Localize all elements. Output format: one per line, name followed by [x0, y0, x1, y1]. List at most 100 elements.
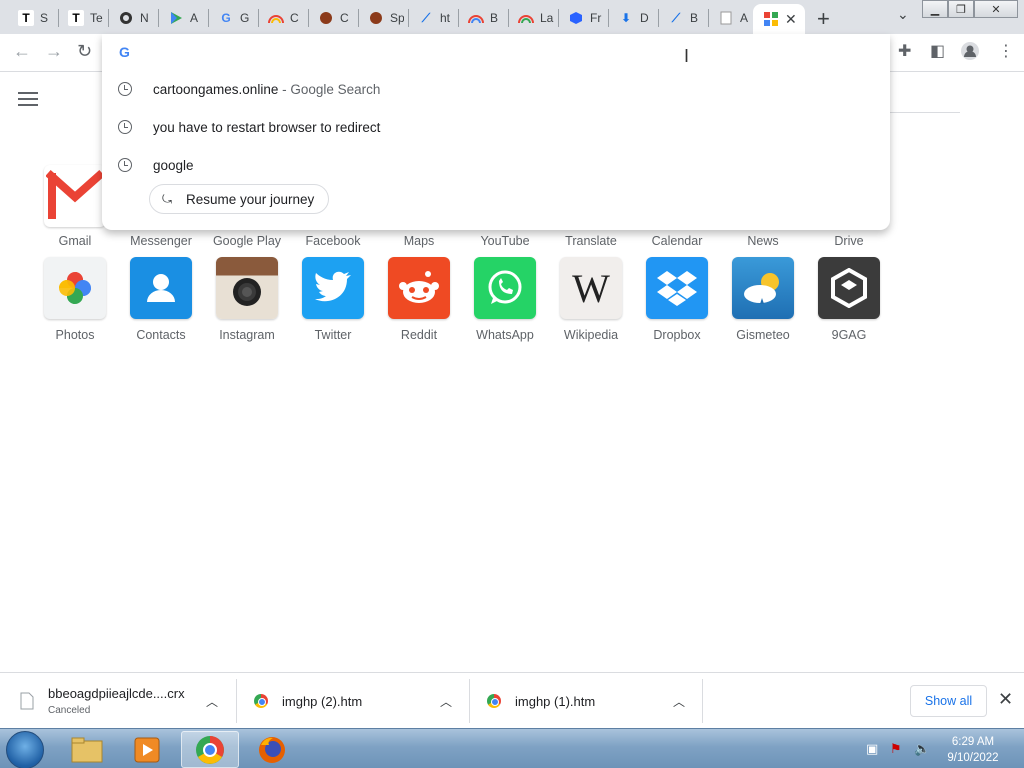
- app-label[interactable]: Translate: [548, 234, 634, 248]
- resume-journey-chip[interactable]: ⤿ Resume your journey: [149, 184, 330, 214]
- omnibox-input[interactable]: G: [102, 34, 890, 70]
- app-dropbox[interactable]: Dropbox: [634, 257, 720, 342]
- explorer-taskbar-button[interactable]: [58, 731, 116, 768]
- tab[interactable]: TS: [8, 4, 54, 32]
- whatsapp-icon: [474, 257, 536, 319]
- app-label[interactable]: Google Play: [204, 234, 290, 248]
- mario-icon: [318, 10, 334, 26]
- app-label[interactable]: Messenger: [118, 234, 204, 248]
- app-label[interactable]: YouTube: [462, 234, 548, 248]
- app-twitter[interactable]: Twitter: [290, 257, 376, 342]
- chrome-icon: [487, 694, 501, 708]
- download-item[interactable]: bbeoagdpiieajlcde....crx Canceled ︿: [20, 679, 230, 723]
- t-icon: T: [68, 10, 84, 26]
- close-window-button[interactable]: ✕: [974, 0, 1018, 18]
- tab[interactable]: Sp: [358, 4, 404, 32]
- forward-arrow-icon[interactable]: →: [45, 41, 63, 62]
- cube-icon: [568, 10, 584, 26]
- tab[interactable]: N: [108, 4, 154, 32]
- reload-icon[interactable]: ↻: [77, 41, 92, 62]
- app-label[interactable]: News: [720, 234, 806, 248]
- app-gismeteo[interactable]: Gismeteo: [720, 257, 806, 342]
- taskbar: ▣ ⚑ 🔈 6:29 AM 9/10/2022: [0, 728, 1024, 768]
- system-clock[interactable]: 6:29 AM 9/10/2022: [940, 734, 1006, 766]
- tab[interactable]: ⟋ B: [658, 4, 704, 32]
- t-icon: T: [18, 10, 34, 26]
- google-icon: G: [221, 11, 231, 25]
- app-reddit[interactable]: Reddit: [376, 257, 462, 342]
- action-center-flag-icon[interactable]: ⚑: [890, 741, 902, 757]
- gmail-icon: [44, 165, 106, 227]
- app-label[interactable]: Facebook: [290, 234, 376, 248]
- hamburger-menu-icon[interactable]: [18, 92, 38, 110]
- feather-icon: ⟋: [671, 10, 681, 25]
- tab-active[interactable]: ✕: [753, 4, 805, 34]
- mario-icon: [368, 10, 384, 26]
- profile-avatar-icon[interactable]: [960, 41, 980, 66]
- chevron-up-icon[interactable]: ︿: [206, 693, 218, 710]
- chrome-icon: [196, 735, 224, 764]
- tab[interactable]: B: [458, 4, 504, 32]
- tab[interactable]: C: [308, 4, 354, 32]
- tab-search-chevron-icon[interactable]: ⌄: [897, 6, 909, 23]
- tab[interactable]: La: [508, 4, 554, 32]
- tab[interactable]: T Te: [58, 4, 104, 32]
- gismeteo-icon: [732, 257, 794, 319]
- firefox-icon: [259, 736, 285, 763]
- chevron-up-icon[interactable]: ︿: [440, 693, 452, 710]
- restore-button[interactable]: ❐: [948, 0, 974, 18]
- show-all-button[interactable]: Show all: [910, 685, 987, 717]
- app-whatsapp[interactable]: WhatsApp: [462, 257, 548, 342]
- download-item[interactable]: imghp (2).htm ︿: [254, 679, 464, 723]
- file-icon: [20, 692, 34, 710]
- network-icon[interactable]: ▣: [866, 741, 878, 757]
- wikipedia-icon: W: [560, 257, 622, 319]
- media-player-taskbar-button[interactable]: [118, 731, 176, 768]
- google-g-icon: G: [119, 44, 130, 60]
- app-photos[interactable]: Photos: [32, 257, 118, 342]
- volume-icon[interactable]: 🔈: [914, 741, 930, 757]
- app-9gag[interactable]: 9GAG: [806, 257, 892, 342]
- 9gag-icon: [818, 257, 880, 319]
- new-tab-button[interactable]: +: [817, 6, 830, 32]
- chevron-up-icon[interactable]: ︿: [673, 693, 685, 710]
- app-label[interactable]: Gmail: [32, 234, 118, 248]
- tab[interactable]: A: [708, 4, 754, 32]
- page-icon: [718, 10, 734, 26]
- back-arrow-icon[interactable]: ←: [13, 41, 31, 62]
- history-clock-icon: [118, 120, 132, 134]
- app-label[interactable]: Maps: [376, 234, 462, 248]
- play-store-icon: [168, 10, 184, 26]
- omnibox-dropdown: G I cartoongames.online - Google Search …: [102, 34, 890, 230]
- tab[interactable]: A: [158, 4, 204, 32]
- download-bar: bbeoagdpiieajlcde....crx Canceled ︿ imgh…: [0, 672, 1024, 728]
- media-player-icon: [134, 737, 160, 762]
- journey-icon: ⤿: [162, 192, 172, 206]
- start-button[interactable]: [6, 731, 44, 768]
- extensions-puzzle-icon[interactable]: ✚: [898, 41, 911, 61]
- github-icon: [118, 10, 134, 26]
- more-menu-icon[interactable]: ⋮: [998, 41, 1014, 61]
- app-wikipedia[interactable]: W Wikipedia: [548, 257, 634, 342]
- download-icon: ⬇: [620, 11, 632, 25]
- photos-icon: [44, 257, 106, 319]
- app-label[interactable]: Calendar: [634, 234, 720, 248]
- download-item[interactable]: imghp (1).htm ︿: [487, 679, 697, 723]
- firefox-taskbar-button[interactable]: [243, 731, 301, 768]
- tab[interactable]: ⬇ D: [608, 4, 654, 32]
- app-instagram[interactable]: Instagram: [204, 257, 290, 342]
- dropbox-icon: [646, 257, 708, 319]
- close-tab-icon[interactable]: ✕: [785, 11, 797, 28]
- rainbow-icon: [468, 10, 484, 26]
- app-label[interactable]: Drive: [806, 234, 892, 248]
- instagram-icon: [216, 257, 278, 319]
- tab[interactable]: C: [258, 4, 304, 32]
- tab[interactable]: Fr: [558, 4, 604, 32]
- app-contacts[interactable]: Contacts: [118, 257, 204, 342]
- close-download-bar-icon[interactable]: ✕: [998, 689, 1013, 710]
- tab[interactable]: ⟋ ht: [408, 4, 454, 32]
- minimize-button[interactable]: ▁: [922, 0, 948, 18]
- side-panel-icon[interactable]: ◧: [930, 41, 945, 61]
- chrome-taskbar-button[interactable]: [181, 731, 239, 768]
- tab[interactable]: GG: [208, 4, 254, 32]
